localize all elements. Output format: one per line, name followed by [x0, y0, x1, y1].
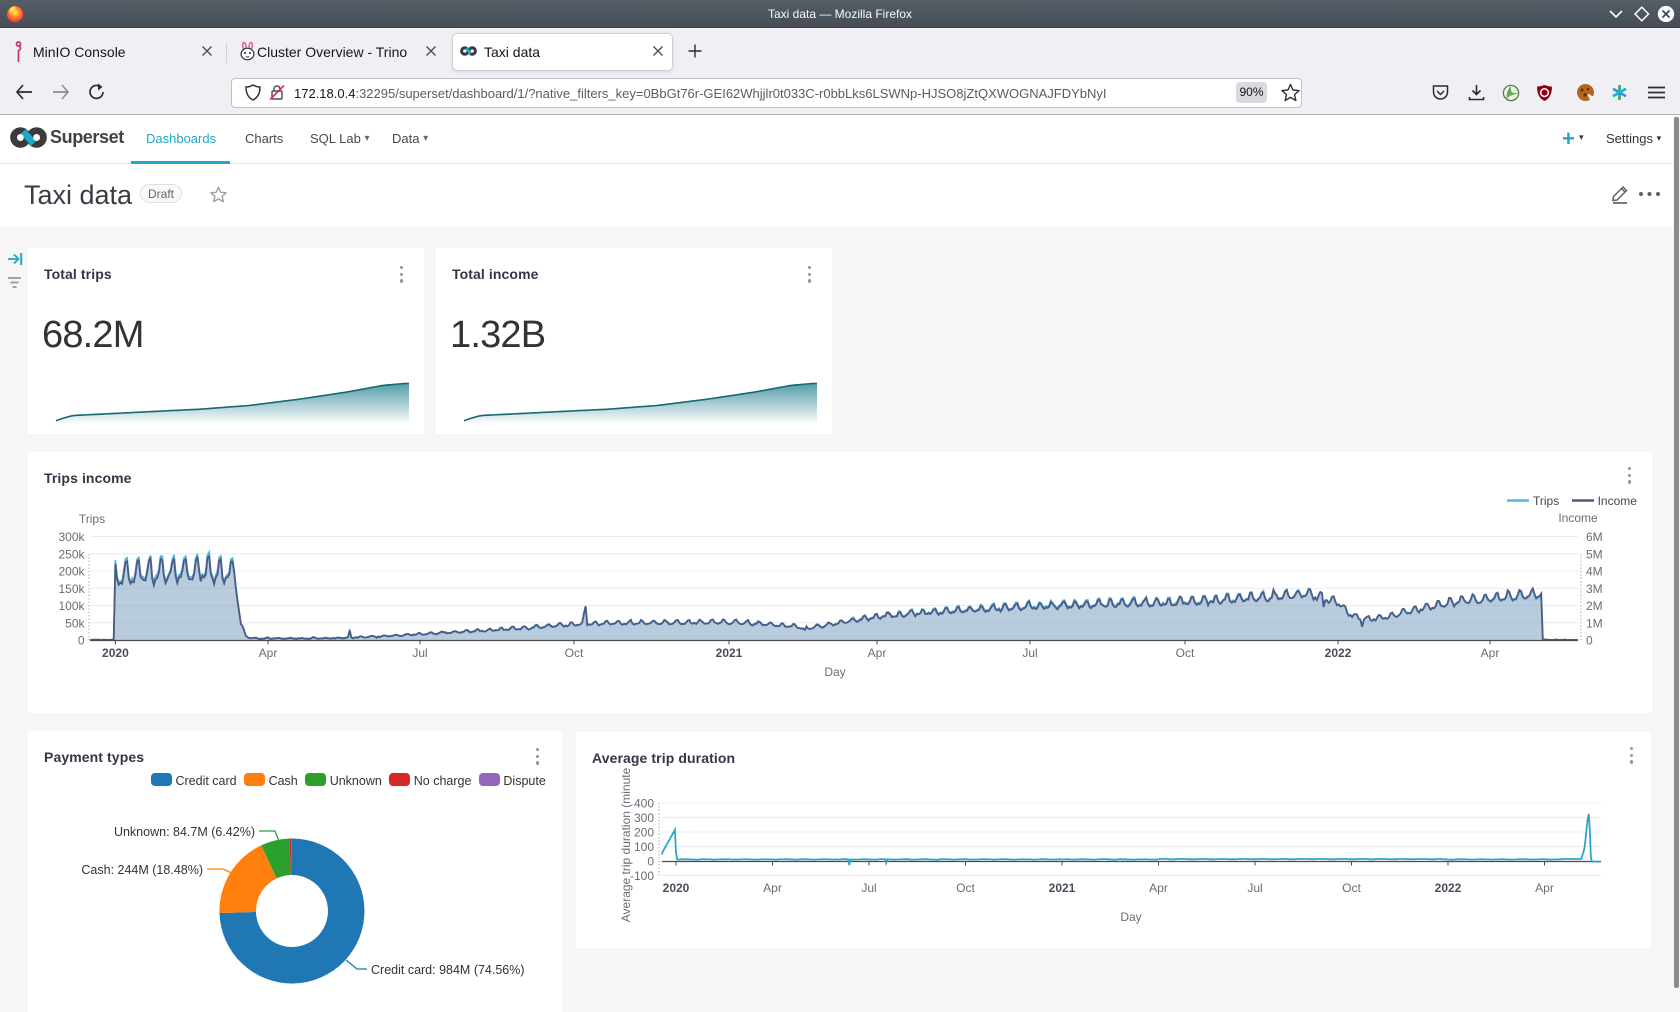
svg-text:Unknown: 84.7M (6.42%): Unknown: 84.7M (6.42%) — [114, 825, 255, 839]
svg-text:250k: 250k — [58, 547, 85, 561]
svg-text:Apr: Apr — [763, 881, 782, 895]
svg-text:200k: 200k — [58, 565, 85, 579]
svg-text:Cash: 244M (18.48%): Cash: 244M (18.48%) — [81, 863, 203, 877]
svg-text:Oct: Oct — [956, 881, 975, 895]
svg-text:2020: 2020 — [102, 646, 129, 660]
svg-text:5M: 5M — [1586, 547, 1603, 561]
svg-text:Credit card: 984M (74.56%): Credit card: 984M (74.56%) — [371, 963, 525, 977]
svg-text:2021: 2021 — [1049, 881, 1076, 895]
svg-text:-100: -100 — [630, 869, 654, 883]
svg-text:Jul: Jul — [861, 881, 876, 895]
svg-text:Oct: Oct — [565, 646, 584, 660]
svg-text:2021: 2021 — [716, 646, 743, 660]
svg-text:Apr: Apr — [868, 646, 887, 660]
svg-text:150k: 150k — [58, 582, 85, 596]
svg-text:Jul: Jul — [412, 646, 427, 660]
svg-text:Apr: Apr — [1149, 881, 1168, 895]
svg-text:Day: Day — [824, 665, 845, 679]
svg-text:Average trip duration (minute: Average trip duration (minute — [619, 767, 633, 922]
svg-text:200: 200 — [634, 826, 654, 840]
svg-text:Oct: Oct — [1176, 646, 1195, 660]
svg-text:2M: 2M — [1586, 599, 1603, 613]
svg-text:2022: 2022 — [1435, 881, 1462, 895]
svg-text:2020: 2020 — [663, 881, 690, 895]
svg-text:Oct: Oct — [1342, 881, 1361, 895]
svg-text:Jul: Jul — [1247, 881, 1262, 895]
svg-text:0: 0 — [647, 855, 654, 869]
svg-text:1M: 1M — [1586, 616, 1603, 630]
svg-text:2022: 2022 — [1325, 646, 1352, 660]
svg-text:0: 0 — [78, 634, 85, 648]
svg-text:6M: 6M — [1586, 530, 1603, 544]
svg-text:Income: Income — [1558, 511, 1598, 525]
svg-text:3M: 3M — [1586, 582, 1603, 596]
svg-text:Apr: Apr — [1535, 881, 1554, 895]
svg-text:400: 400 — [634, 797, 654, 811]
svg-text:Jul: Jul — [1022, 646, 1037, 660]
svg-text:Apr: Apr — [1481, 646, 1500, 660]
svg-text:Apr: Apr — [259, 646, 278, 660]
svg-text:100k: 100k — [58, 599, 85, 613]
svg-text:300: 300 — [634, 811, 654, 825]
svg-text:300k: 300k — [58, 530, 85, 544]
svg-text:100: 100 — [634, 840, 654, 854]
svg-text:Trips: Trips — [79, 512, 105, 526]
svg-text:50k: 50k — [65, 616, 85, 630]
svg-text:4M: 4M — [1586, 565, 1603, 579]
svg-text:Day: Day — [1120, 910, 1141, 924]
svg-text:0: 0 — [1586, 634, 1593, 648]
